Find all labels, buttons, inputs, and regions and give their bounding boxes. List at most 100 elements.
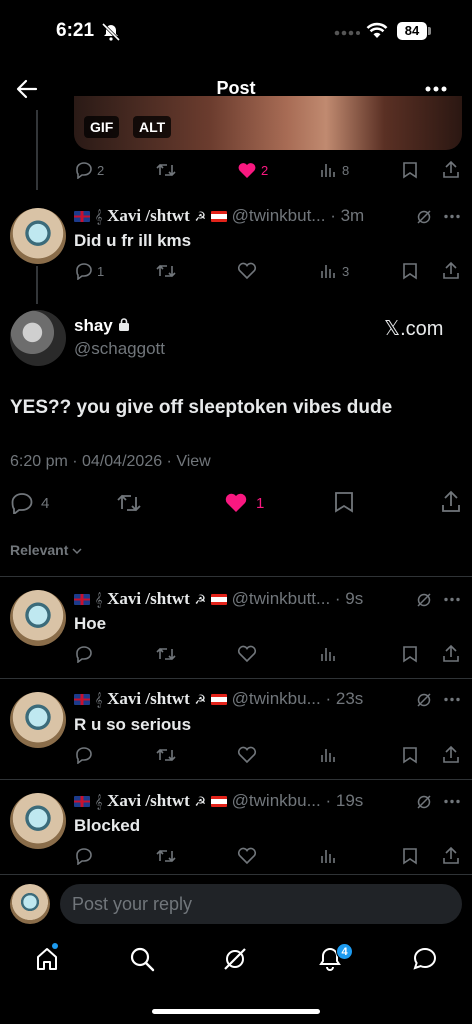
avatar[interactable] (10, 590, 66, 646)
lebanon-flag-icon (210, 211, 227, 222)
post-timestamp: 6:20 pm · 04/04/2026 · (10, 453, 177, 470)
handle[interactable]: @twinkbutt... (232, 589, 331, 608)
reply-item[interactable]: 𝄞 Xavi /shtwt ☭ @twinkbutt... · 9s Hoe (0, 577, 472, 677)
alt-badge[interactable]: ALT (133, 116, 172, 138)
handle[interactable]: @twinkbu... (232, 689, 321, 708)
timestamp: · 3m (330, 206, 365, 225)
post-text: YES?? you give off sleeptoken vibes dude (10, 397, 393, 418)
grok-icon[interactable] (222, 946, 248, 972)
grok-icon[interactable] (416, 794, 432, 810)
grok-icon[interactable] (416, 209, 432, 225)
heart-icon[interactable] (237, 262, 257, 280)
display-name[interactable]: Xavi /shtwt (107, 206, 190, 225)
author-handle[interactable]: @schaggott (74, 339, 165, 359)
messages-icon[interactable] (412, 946, 438, 972)
reply-header: 𝄞 Xavi /shtwt ☭ @twinkbutt... · 9s (74, 589, 363, 609)
repost-icon[interactable] (155, 847, 177, 865)
author-display-name: shay (74, 316, 113, 335)
display-name[interactable]: Xavi /shtwt (107, 689, 190, 708)
uk-flag-icon (74, 211, 90, 222)
timestamp: · 19s (325, 791, 364, 810)
reply-icon[interactable] (75, 262, 93, 280)
heart-icon[interactable] (237, 746, 257, 764)
home-notification-dot (52, 943, 58, 949)
reply-icon[interactable] (75, 161, 93, 179)
bookmark-icon[interactable] (402, 645, 418, 663)
more-options-icon[interactable] (444, 214, 460, 219)
bookmark-icon[interactable] (402, 161, 418, 179)
share-icon[interactable] (442, 261, 460, 280)
divider (0, 874, 472, 875)
reply-icon[interactable] (75, 847, 93, 865)
grok-icon[interactable] (416, 692, 432, 708)
composer-avatar[interactable] (10, 884, 50, 924)
reply-item[interactable]: 𝄞 Xavi /shtwt ☭ @twinkbu... · 19s Blocke… (0, 780, 472, 875)
views-icon[interactable] (320, 646, 338, 662)
more-options-icon[interactable] (425, 86, 447, 92)
repost-icon[interactable] (155, 262, 177, 280)
like-count: 1 (256, 495, 265, 512)
share-icon[interactable] (442, 846, 460, 865)
share-icon[interactable] (442, 160, 460, 179)
uk-flag-icon (74, 694, 90, 705)
views-icon[interactable] (320, 162, 338, 178)
more-options-icon[interactable] (444, 697, 460, 702)
reply-item[interactable]: 𝄞 Xavi /shtwt ☭ @twinkbu... · 23s R u so… (0, 679, 472, 779)
home-indicator[interactable] (152, 1009, 320, 1014)
more-options-icon[interactable] (444, 799, 460, 804)
post-action-row: 4 1 (0, 490, 472, 516)
battery-level: 84 (397, 22, 427, 40)
heart-filled-icon[interactable] (224, 491, 248, 513)
display-name[interactable]: Xavi /shtwt (107, 791, 190, 810)
bookmark-icon[interactable] (402, 847, 418, 865)
grok-icon[interactable] (416, 592, 432, 608)
uk-flag-icon (74, 594, 90, 605)
avatar[interactable] (10, 793, 66, 849)
avatar[interactable] (10, 310, 66, 366)
repost-icon[interactable] (155, 645, 177, 663)
lebanon-flag-icon (210, 594, 227, 605)
views-icon[interactable] (320, 263, 338, 279)
repost-icon[interactable] (155, 746, 177, 764)
timestamp: · 9s (334, 589, 364, 608)
lebanon-flag-icon (210, 694, 227, 705)
reply-input[interactable]: Post your reply (60, 884, 462, 924)
heart-filled-icon[interactable] (237, 161, 257, 179)
repost-icon[interactable] (155, 161, 177, 179)
bookmark-icon[interactable] (402, 262, 418, 280)
hammer-sickle-icon: ☭ (194, 209, 207, 224)
share-icon[interactable] (441, 490, 461, 513)
view-analytics-link[interactable]: View (176, 453, 210, 470)
views-icon[interactable] (320, 747, 338, 763)
reply-icon[interactable] (75, 746, 93, 764)
reply-count: 1 (97, 264, 105, 279)
handle[interactable]: @twinkbu... (232, 791, 321, 810)
heart-icon[interactable] (237, 847, 257, 865)
home-icon[interactable] (35, 946, 59, 972)
reply-text: Did u fr ill kms (74, 231, 192, 250)
avatar[interactable] (10, 208, 66, 264)
bookmark-icon[interactable] (334, 491, 354, 513)
more-options-icon[interactable] (444, 597, 460, 602)
sort-dropdown[interactable]: Relevant (10, 542, 82, 558)
display-name[interactable]: Xavi /shtwt (107, 589, 190, 608)
music-note-icon: 𝄞 (94, 209, 103, 224)
lock-icon (119, 318, 130, 331)
reply-icon[interactable] (75, 645, 93, 663)
uk-flag-icon (74, 796, 90, 807)
author-name[interactable]: shay (74, 316, 131, 336)
search-icon[interactable] (129, 946, 155, 972)
view-count: 3 (342, 264, 350, 279)
avatar[interactable] (10, 692, 66, 748)
heart-icon[interactable] (237, 645, 257, 663)
share-icon[interactable] (442, 745, 460, 764)
reply-text: Hoe (74, 614, 107, 633)
cellular-signal-icon (334, 30, 360, 36)
bookmark-icon[interactable] (402, 746, 418, 764)
handle[interactable]: @twinkbut... (232, 206, 326, 225)
reply-icon[interactable] (10, 492, 34, 514)
repost-icon[interactable] (116, 492, 142, 514)
share-icon[interactable] (442, 644, 460, 663)
source-link[interactable]: 𝕏.com (384, 316, 443, 341)
views-icon[interactable] (320, 848, 338, 864)
